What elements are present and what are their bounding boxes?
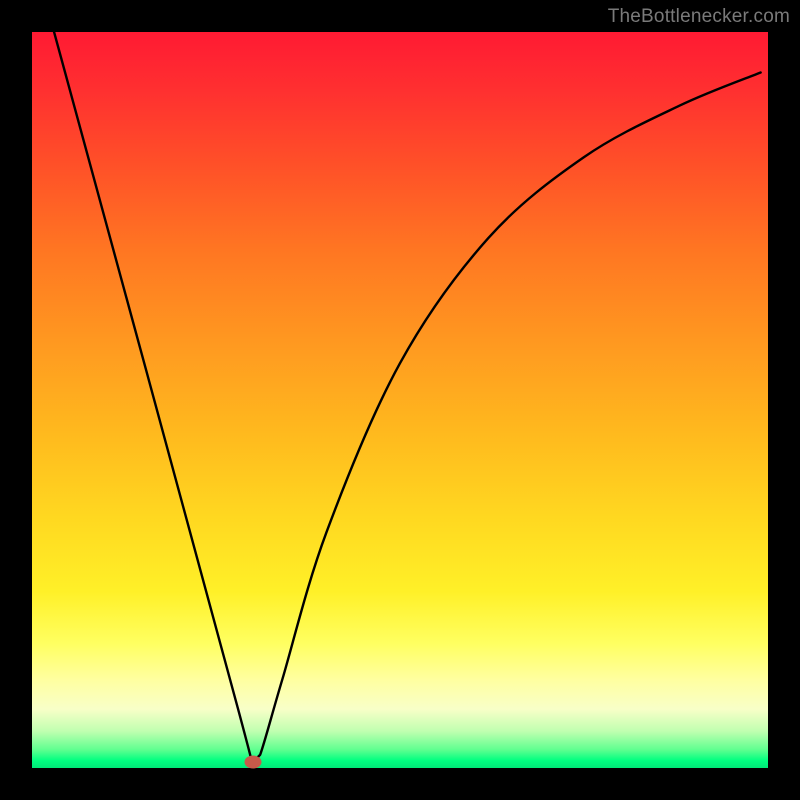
plot-area <box>32 32 768 768</box>
chart-container: TheBottlenecker.com <box>0 0 800 800</box>
optimal-point-marker <box>244 756 261 769</box>
bottleneck-curve <box>32 32 768 768</box>
attribution-text: TheBottlenecker.com <box>608 6 790 28</box>
